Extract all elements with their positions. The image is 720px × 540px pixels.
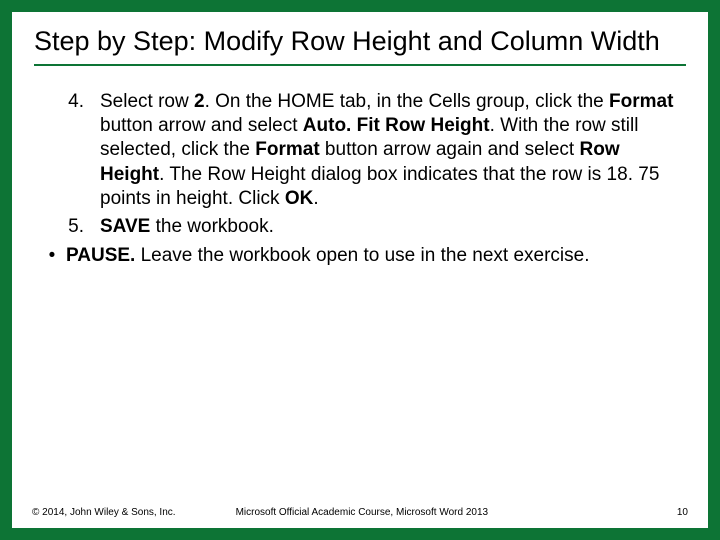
- page-title: Step by Step: Modify Row Height and Colu…: [34, 26, 686, 58]
- bold-text: Auto. Fit Row Height: [303, 115, 490, 136]
- list-item: 5. SAVE the workbook.: [38, 215, 682, 239]
- slide: Step by Step: Modify Row Height and Colu…: [0, 0, 720, 540]
- item-number: 4.: [38, 90, 100, 212]
- text: Select row: [100, 91, 194, 112]
- footer-page: 10: [677, 507, 688, 518]
- list-item: • PAUSE. Leave the workbook open to use …: [38, 244, 682, 268]
- item-text: PAUSE. Leave the workbook open to use in…: [66, 244, 682, 268]
- text: . The Row Height dialog box indicates th…: [100, 164, 659, 209]
- bold-text: 2: [194, 91, 205, 112]
- item-text: SAVE the workbook.: [100, 215, 682, 239]
- text: . On the HOME tab, in the Cells group, c…: [205, 91, 609, 112]
- body-area: 4. Select row 2. On the HOME tab, in the…: [12, 72, 708, 268]
- divider: [34, 64, 686, 66]
- text: button arrow and select: [100, 115, 303, 136]
- footer: © 2014, John Wiley & Sons, Inc. Microsof…: [32, 507, 688, 518]
- text: the workbook.: [156, 216, 274, 237]
- list-item: 4. Select row 2. On the HOME tab, in the…: [38, 90, 682, 212]
- bold-text: OK: [285, 188, 314, 209]
- bullet-icon: •: [38, 244, 66, 268]
- bullet-list: • PAUSE. Leave the workbook open to use …: [38, 244, 682, 268]
- footer-course: Microsoft Official Academic Course, Micr…: [236, 507, 677, 518]
- bold-text: SAVE: [100, 216, 156, 237]
- bold-text: Format: [255, 139, 319, 160]
- item-text: Select row 2. On the HOME tab, in the Ce…: [100, 90, 682, 212]
- text: button arrow again and select: [320, 139, 580, 160]
- bold-text: Format: [609, 91, 673, 112]
- step-list: 4. Select row 2. On the HOME tab, in the…: [38, 90, 682, 240]
- text: .: [313, 188, 318, 209]
- footer-copyright: © 2014, John Wiley & Sons, Inc.: [32, 507, 236, 518]
- item-number: 5.: [38, 215, 100, 239]
- title-area: Step by Step: Modify Row Height and Colu…: [12, 12, 708, 72]
- text: Leave the workbook open to use in the ne…: [141, 245, 590, 266]
- bold-text: PAUSE.: [66, 245, 141, 266]
